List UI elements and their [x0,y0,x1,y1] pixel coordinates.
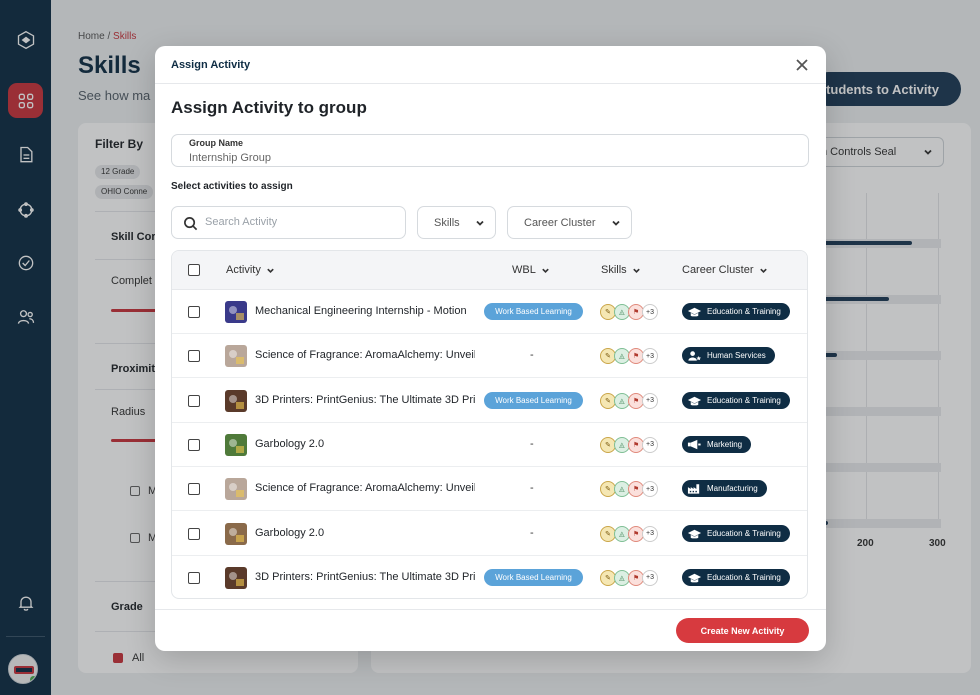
activity-thumbnail [225,478,247,501]
activity-name[interactable]: Science of Fragrance: AromaAlchemy: Unve… [255,482,475,494]
skills-more-badge: +3 [642,481,658,498]
select-all-checkbox[interactable] [188,264,200,276]
modal-header: Assign Activity [155,46,826,84]
activity-name[interactable]: Mechanical Engineering Internship - Moti… [255,305,475,317]
row-checkbox[interactable] [188,306,200,318]
graduation-cap-icon [687,529,702,538]
chevron-down-icon [542,268,549,273]
activities-table: Activity WBL Skills Career Cluster Mecha… [171,250,808,599]
skills-badges[interactable]: ✎ ◬ ⚑ +3 [600,392,660,410]
wbl-badge: Work Based Learning [484,391,583,409]
group-name-field[interactable]: Group Name [171,134,809,167]
megaphone-icon [687,439,701,450]
select-activities-label: Select activities to assign [171,181,293,192]
chevron-down-icon [612,220,620,226]
skills-more-badge: +3 [642,569,658,586]
graduation-cap-icon [687,396,702,406]
chevron-down-icon [759,268,767,273]
row-checkbox[interactable] [188,394,200,407]
skills-more-badge: +3 [642,304,658,320]
skills-badges[interactable]: ✎ ◬ ⚑ +3 [600,525,660,543]
row-checkbox[interactable] [188,483,200,496]
wbl-empty: - [530,349,534,362]
table-header: Activity WBL Skills Career Cluster [172,251,807,290]
wbl-badge: Work Based Learning [484,303,583,320]
column-header-skills[interactable]: Skills [601,264,641,276]
wbl-empty: - [530,482,534,495]
activity-thumbnail [225,433,247,456]
table-row[interactable]: 3D Printers: PrintGenius: The Ultimate 3… [172,379,807,423]
row-checkbox[interactable] [188,350,200,363]
assign-activity-modal: Assign Activity Assign Activity to group… [155,46,826,651]
chevron-down-icon [267,268,274,273]
graduation-cap-icon [687,307,702,317]
skills-badges[interactable]: ✎ ◬ ⚑ +3 [600,569,660,587]
table-row[interactable]: Science of Fragrance: AromaAlchemy: Unve… [172,334,807,379]
create-new-activity-button[interactable]: Create New Activity [676,618,809,643]
career-cluster-badge: Education & Training [682,524,790,542]
activity-thumbnail [225,566,247,589]
table-row[interactable]: Garbology 2.0 - ✎ ◬ ⚑ +3 Education & Training [172,512,807,556]
career-cluster-badge: Manufacturing [682,480,767,498]
skills-badges[interactable]: ✎ ◬ ⚑ +3 [600,436,660,454]
group-name-input[interactable] [189,152,789,164]
chevron-down-icon [632,268,640,273]
activity-thumbnail [225,522,247,545]
activity-name[interactable]: Garbology 2.0 [255,527,475,539]
skills-filter-dropdown[interactable]: Skills [417,206,496,239]
table-row[interactable]: Mechanical Engineering Internship - Moti… [172,290,807,334]
search-input[interactable] [205,216,395,228]
modal-header-title: Assign Activity [171,59,251,71]
row-checkbox[interactable] [188,527,200,540]
wbl-empty: - [530,526,534,539]
skills-more-badge: +3 [642,436,658,453]
career-cluster-badge: Marketing [682,435,752,453]
row-checkbox[interactable] [188,571,200,584]
career-cluster-badge: Education & Training [682,391,790,409]
group-name-label: Group Name [189,138,244,148]
skills-badges[interactable]: ✎ ◬ ⚑ +3 [600,480,660,498]
chevron-down-icon [476,220,484,226]
career-cluster-badge: Education & Training [682,568,790,586]
table-row[interactable]: 3D Printers: PrintGenius: The Ultimate 3… [172,556,807,598]
activity-thumbnail [225,345,247,368]
person-star-icon [688,351,702,361]
factory-icon [687,484,700,494]
graduation-cap-icon [687,573,702,583]
wbl-badge: Work Based Learning [484,568,583,586]
activity-name[interactable]: 3D Printers: PrintGenius: The Ultimate 3… [255,571,475,583]
career-cluster-filter-dropdown[interactable]: Career Cluster [507,206,632,239]
close-button[interactable] [794,57,810,73]
row-checkbox[interactable] [188,438,200,451]
skills-badges[interactable]: ✎ ◬ ⚑ +3 [600,303,660,321]
skills-badges[interactable]: ✎ ◬ ⚑ +3 [600,347,660,365]
search-field[interactable] [171,206,406,239]
career-cluster-badge: Education & Training [682,303,790,320]
column-header-career-cluster[interactable]: Career Cluster [682,264,768,276]
activity-name[interactable]: 3D Printers: PrintGenius: The Ultimate 3… [255,394,475,406]
column-header-activity[interactable]: Activity [226,264,275,276]
skills-more-badge: +3 [642,392,658,409]
search-icon [184,217,198,231]
career-cluster-badge: Human Services [682,347,775,365]
activity-thumbnail [225,301,247,323]
skills-more-badge: +3 [642,525,658,542]
activity-name[interactable]: Science of Fragrance: AromaAlchemy: Unve… [255,349,475,361]
activity-thumbnail [225,389,247,412]
close-icon [796,59,808,71]
activity-name[interactable]: Garbology 2.0 [255,438,475,450]
table-row[interactable]: Garbology 2.0 - ✎ ◬ ⚑ +3 Marketing [172,423,807,467]
modal-footer-divider [155,609,826,610]
table-row[interactable]: Science of Fragrance: AromaAlchemy: Unve… [172,467,807,512]
wbl-empty: - [530,437,534,450]
column-header-wbl[interactable]: WBL [512,264,550,276]
skills-more-badge: +3 [642,348,658,365]
modal-title: Assign Activity to group [171,98,367,117]
